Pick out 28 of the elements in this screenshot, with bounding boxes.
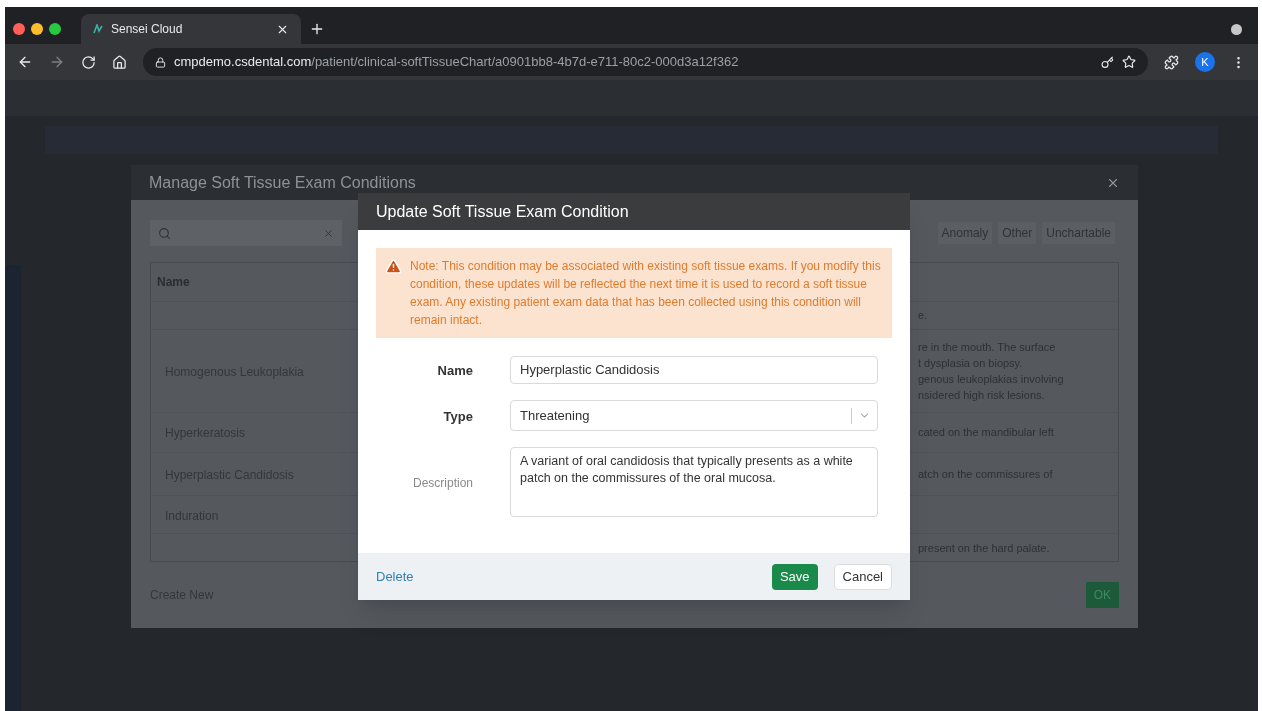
lock-icon: [155, 56, 166, 68]
warning-icon: [385, 258, 402, 275]
logo-icon: [93, 24, 103, 34]
dialog-title: Update Soft Tissue Exam Condition: [376, 201, 629, 222]
reload-icon[interactable]: [81, 54, 96, 70]
browser-tab[interactable]: Sensei Cloud: [81, 14, 301, 44]
save-button[interactable]: Save: [771, 563, 818, 590]
description-field[interactable]: A variant of oral candidosis that typically presents as a white patch on the commissures of the oral mucosa.: [510, 447, 878, 517]
search-field[interactable]: [150, 220, 342, 246]
field-label: Type: [443, 408, 473, 424]
key-icon[interactable]: [1101, 55, 1114, 69]
forward-icon[interactable]: [49, 54, 65, 70]
field-label: Name: [437, 363, 473, 378]
delete-link[interactable]: Delete: [376, 566, 756, 587]
puzzle-icon[interactable]: [1164, 54, 1179, 70]
home-icon[interactable]: [112, 54, 127, 70]
type-dropdown[interactable]: Threatening: [510, 400, 878, 431]
cancel-button[interactable]: Cancel: [833, 563, 892, 590]
warning-text: Note: This condition may be associated with existing soft tissue exams. If you modify this condition, these updates will be reflected the next time it is used to record a soft tissue exam. Any existing patient exam data that has been collected using this condition will remain intact.: [410, 258, 882, 329]
name-field[interactable]: Hyperplastic Candidosis: [510, 356, 878, 384]
back-icon[interactable]: [17, 54, 33, 70]
star-icon[interactable]: [1122, 55, 1136, 69]
profile-avatar[interactable]: K: [1195, 52, 1215, 72]
address-bar[interactable]: cmpdemo.csdental.com/patient/clinical-softTissueChart/a0901bb8-4b7d-e711-80c2-000d3a12f362: [143, 48, 1148, 76]
search-icon: [158, 226, 171, 240]
new-tab-icon[interactable]: [309, 21, 325, 37]
dialog-title: Manage Soft Tissue Exam Conditions: [149, 172, 417, 193]
field-label: Description: [412, 476, 473, 490]
